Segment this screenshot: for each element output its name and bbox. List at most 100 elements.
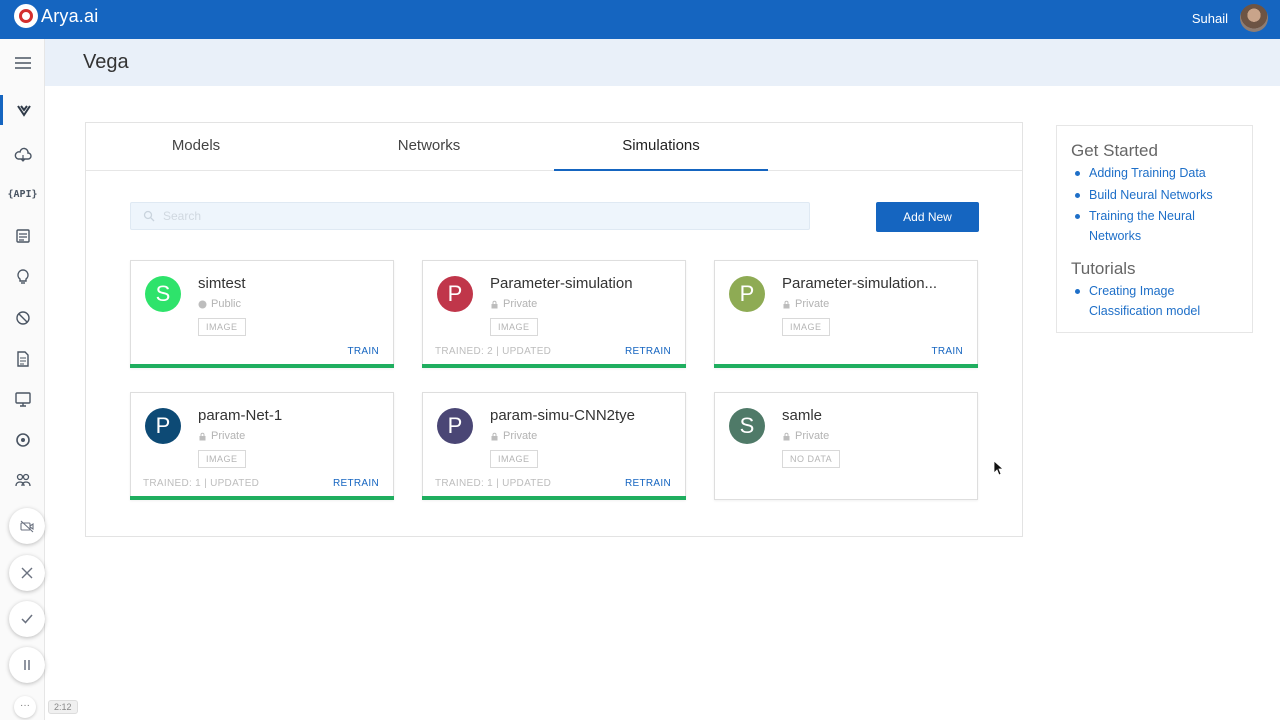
link-training-neural-networks[interactable]: Training the Neural Networks: [1075, 207, 1245, 246]
page-header: Vega: [45, 39, 1280, 86]
main-panel: Models Networks Simulations Add New Ssim…: [85, 122, 1023, 537]
visibility-label: Public: [198, 298, 241, 310]
visibility-label: Private: [490, 430, 537, 442]
lock-icon: [199, 432, 206, 440]
progress-bar: [714, 364, 978, 368]
tab-bar: Models Networks Simulations: [86, 123, 1022, 171]
sidebar-item-vega[interactable]: [0, 95, 45, 125]
link-adding-training-data[interactable]: Adding Training Data: [1075, 164, 1245, 184]
visibility-label: Private: [782, 298, 829, 310]
logo-text: Arya.ai: [41, 5, 99, 26]
link-build-neural-networks[interactable]: Build Neural Networks: [1075, 186, 1245, 206]
link-image-classification[interactable]: Creating Image Classification model: [1075, 282, 1245, 321]
simulation-avatar: P: [437, 408, 473, 444]
retrain-link[interactable]: RETRAIN: [333, 478, 379, 489]
data-type-badge: NO DATA: [782, 450, 841, 468]
training-meta: TRAINED: 1 | UPDATED: [435, 478, 552, 489]
lock-icon: [491, 432, 498, 440]
search-input[interactable]: [163, 209, 763, 223]
api-icon: {API}: [7, 188, 38, 200]
retrain-link[interactable]: RETRAIN: [625, 346, 671, 357]
simulation-card[interactable]: P Parameter-simulation Private IMAGE TRAINED…: [422, 260, 686, 368]
globe-icon: [198, 300, 207, 308]
sidebar-item-block[interactable]: [0, 303, 45, 333]
data-type-badge: IMAGE: [198, 450, 246, 468]
simulation-card[interactable]: Pparam-simu-CNN2tye Private IMAGE TRAINED: …: [422, 392, 686, 500]
block-icon: [15, 311, 30, 325]
avatar[interactable]: [1240, 4, 1268, 32]
help-icon: [15, 433, 30, 447]
simulation-card[interactable]: Ssimtest Public IMAGE TRAIN: [130, 260, 394, 368]
visibility-label: Private: [198, 430, 245, 442]
camera-off-icon: [20, 520, 34, 533]
simulation-name[interactable]: samle: [782, 407, 967, 424]
sidebar-item-docs[interactable]: [0, 344, 45, 374]
get-started-list: Adding Training Data Build Neural Networ…: [1075, 164, 1245, 248]
sidebar-item-monitor[interactable]: [0, 384, 45, 414]
recording-timer: 2:12: [48, 700, 78, 714]
top-bar: Arya.ai Suhail: [0, 0, 1280, 39]
check-icon: [21, 614, 33, 624]
simulation-name[interactable]: Parameter-simulation...: [782, 275, 967, 292]
pause-button[interactable]: [9, 647, 45, 683]
tutorials-title: Tutorials: [1071, 259, 1136, 278]
progress-bar: [130, 496, 394, 500]
visibility-label: Private: [490, 298, 537, 310]
tab-networks[interactable]: Networks: [322, 123, 536, 171]
search-box[interactable]: [130, 202, 810, 230]
simulation-name[interactable]: Parameter-simulation: [490, 275, 675, 292]
get-started-panel: Get Started Adding Training Data Build N…: [1056, 125, 1253, 333]
menu-icon[interactable]: [0, 48, 45, 78]
user-name: Suhail: [1191, 10, 1228, 26]
data-type-badge: IMAGE: [490, 318, 538, 336]
lock-icon: [783, 300, 790, 308]
cloud-icon: [14, 147, 32, 162]
tutorials-list: Creating Image Classification model: [1075, 282, 1245, 323]
page-title: Vega: [83, 51, 129, 73]
add-new-button[interactable]: Add New: [876, 202, 979, 232]
camera-off-button[interactable]: [9, 508, 45, 544]
close-button[interactable]: [9, 555, 45, 591]
search-icon: [143, 210, 155, 222]
train-link[interactable]: TRAIN: [348, 346, 380, 357]
tab-simulations[interactable]: Simulations: [554, 123, 768, 171]
training-meta: TRAINED: 2 | UPDATED: [435, 346, 552, 357]
simulation-name[interactable]: simtest: [198, 275, 383, 292]
simulation-avatar: S: [145, 276, 181, 312]
data-type-badge: IMAGE: [782, 318, 830, 336]
progress-bar: [422, 364, 686, 368]
simulation-name[interactable]: param-Net-1: [198, 407, 383, 424]
sidebar-item-storage[interactable]: [0, 221, 45, 251]
training-meta: TRAINED: 1 | UPDATED: [143, 478, 260, 489]
user-menu[interactable]: Suhail: [1192, 4, 1268, 32]
sidebar-item-cloud[interactable]: [0, 140, 45, 170]
sidebar-item-api[interactable]: {API}: [0, 179, 45, 209]
data-type-badge: IMAGE: [490, 450, 538, 468]
train-link[interactable]: TRAIN: [932, 346, 964, 357]
simulation-name[interactable]: param-simu-CNN2tye: [490, 407, 675, 424]
progress-bar: [130, 364, 394, 368]
simulation-card[interactable]: P Parameter-simulation... Private IMAGE TRAI…: [714, 260, 978, 368]
simulation-card[interactable]: Ssamle Private NO DATA: [714, 392, 978, 500]
mouse-cursor-icon: [993, 460, 1005, 476]
retrain-link[interactable]: RETRAIN: [625, 478, 671, 489]
app-logo[interactable]: Arya.ai: [14, 4, 98, 28]
sidebar-item-team[interactable]: [0, 465, 45, 495]
bulb-icon: [16, 269, 29, 284]
sidebar: {API}: [0, 39, 45, 720]
lock-icon: [783, 432, 790, 440]
sidebar-item-help[interactable]: [0, 425, 45, 455]
data-type-badge: IMAGE: [198, 318, 246, 336]
storage-icon: [15, 229, 30, 243]
more-options-icon[interactable]: ···: [14, 696, 36, 718]
confirm-button[interactable]: [9, 601, 45, 637]
visibility-label: Private: [782, 430, 829, 442]
vega-icon: [17, 105, 31, 117]
tab-models[interactable]: Models: [89, 123, 303, 171]
document-icon: [16, 351, 29, 367]
close-icon: [21, 567, 33, 579]
logo-icon: [14, 4, 38, 28]
sidebar-item-ideas[interactable]: [0, 262, 45, 292]
simulation-card[interactable]: Pparam-Net-1 Private IMAGE TRAINED: 1 | UPD…: [130, 392, 394, 500]
simulation-avatar: S: [729, 408, 765, 444]
